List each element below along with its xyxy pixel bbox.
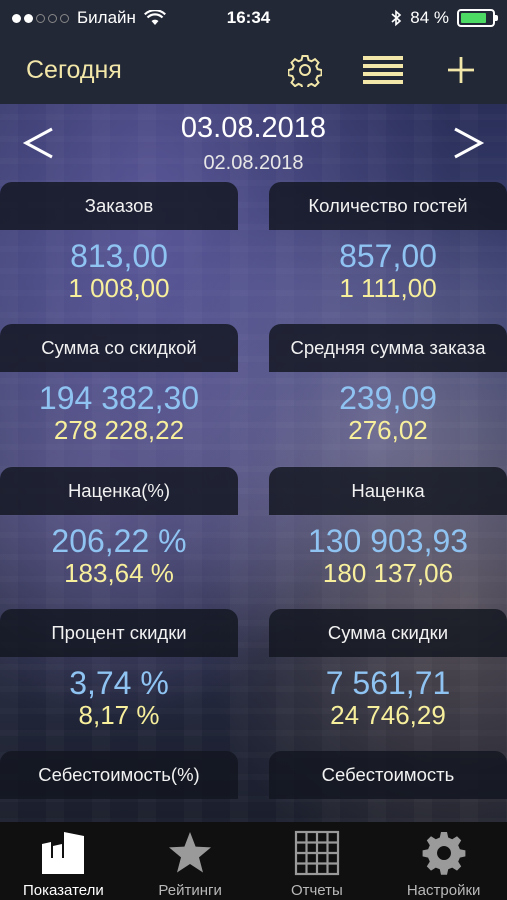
metric-card-discount-percent[interactable]: Процент скидки 3,74 % 8,17 %	[0, 609, 238, 730]
indicators-icon	[42, 832, 85, 874]
tab-bar: Показатели Рейтинги Отчеты Настройки	[0, 822, 507, 900]
metric-previous-value: 1 008,00	[68, 273, 170, 303]
metric-label: Сумма скидки	[269, 609, 507, 657]
star-icon	[169, 832, 212, 873]
signal-icon	[12, 13, 69, 23]
metric-value: 7 561,71	[325, 665, 451, 701]
tab-label: Отчеты	[290, 882, 343, 899]
metric-label: Себестоимость	[269, 751, 507, 799]
metric-value: 813,00	[70, 238, 168, 274]
metric-value: 194 382,30	[38, 380, 200, 416]
tab-label: Настройки	[406, 882, 481, 899]
metric-value: 3,74 %	[69, 665, 169, 701]
metric-label: Средняя сумма заказа	[269, 324, 507, 372]
metric-label: Сумма со скидкой	[0, 324, 238, 372]
current-date: 03.08.2018	[180, 112, 327, 144]
metric-value: 130 903,93	[307, 523, 469, 559]
plus-icon	[448, 57, 474, 83]
metric-card-orders[interactable]: Заказов 813,00 1 008,00	[0, 182, 238, 303]
settings-button[interactable]	[281, 46, 329, 94]
settings-gear-icon	[422, 832, 466, 875]
page-title: Сегодня	[26, 55, 122, 84]
add-button[interactable]	[437, 46, 485, 94]
metric-card-discount-sum[interactable]: Сумма скидки 7 561,71 24 746,29	[269, 609, 507, 730]
metric-value: 239,09	[339, 380, 437, 416]
status-time: 16:34	[226, 8, 271, 27]
tab-label: Рейтинги	[158, 882, 222, 899]
metric-value: 206,22 %	[51, 523, 187, 559]
list-button[interactable]	[359, 46, 407, 94]
metric-previous-value: 24 746,29	[330, 700, 446, 730]
bluetooth-icon	[391, 9, 402, 27]
tab-reports[interactable]: Отчеты	[254, 822, 381, 900]
metric-previous-value: 1 111,00	[339, 273, 437, 303]
wifi-icon	[143, 10, 166, 25]
grid-icon	[294, 830, 339, 876]
metric-label: Себестоимость(%)	[0, 751, 238, 799]
list-icon	[363, 56, 403, 84]
carrier-name: Билайн	[77, 8, 136, 27]
metric-label: Процент скидки	[0, 609, 238, 657]
metric-value: 857,00	[339, 238, 437, 274]
metric-card-cost[interactable]: Себестоимость	[269, 751, 507, 808]
gear-icon	[288, 55, 322, 87]
metric-label: Заказов	[0, 182, 238, 230]
next-day-button[interactable]	[443, 118, 493, 168]
metric-label: Наценка(%)	[0, 467, 238, 515]
tab-label: Показатели	[22, 882, 104, 899]
metric-label: Наценка	[269, 467, 507, 515]
nav-bar: Сегодня	[0, 36, 507, 104]
tab-settings[interactable]: Настройки	[380, 822, 507, 900]
metric-card-average-order[interactable]: Средняя сумма заказа 239,09 276,02	[269, 324, 507, 445]
status-bar: Билайн 16:34 84 %	[0, 0, 507, 36]
date-header: 03.08.2018 02.08.2018	[0, 104, 507, 182]
metric-previous-value: 278 228,22	[53, 415, 185, 445]
tab-ratings[interactable]: Рейтинги	[127, 822, 254, 900]
metric-card-discounted-sum[interactable]: Сумма со скидкой 194 382,30 278 228,22	[0, 324, 238, 445]
metric-card-guests[interactable]: Количество гостей 857,00 1 111,00	[269, 182, 507, 303]
comparison-date: 02.08.2018	[203, 152, 304, 174]
battery-percent: 84 %	[410, 8, 449, 27]
chevron-right-icon	[454, 127, 485, 159]
metric-card-markup[interactable]: Наценка 130 903,93 180 137,06	[269, 467, 507, 588]
metric-card-cost-percent[interactable]: Себестоимость(%)	[0, 751, 238, 808]
metric-previous-value: 276,02	[348, 415, 428, 445]
metric-card-markup-percent[interactable]: Наценка(%) 206,22 % 183,64 %	[0, 467, 238, 588]
battery-icon	[457, 9, 498, 27]
metric-previous-value: 8,17 %	[78, 700, 160, 730]
metric-previous-value: 180 137,06	[322, 558, 454, 588]
metric-previous-value: 183,64 %	[64, 558, 174, 588]
metric-label: Количество гостей	[269, 182, 507, 230]
tab-indicators[interactable]: Показатели	[0, 822, 127, 900]
status-right: 84 %	[325, 8, 498, 28]
